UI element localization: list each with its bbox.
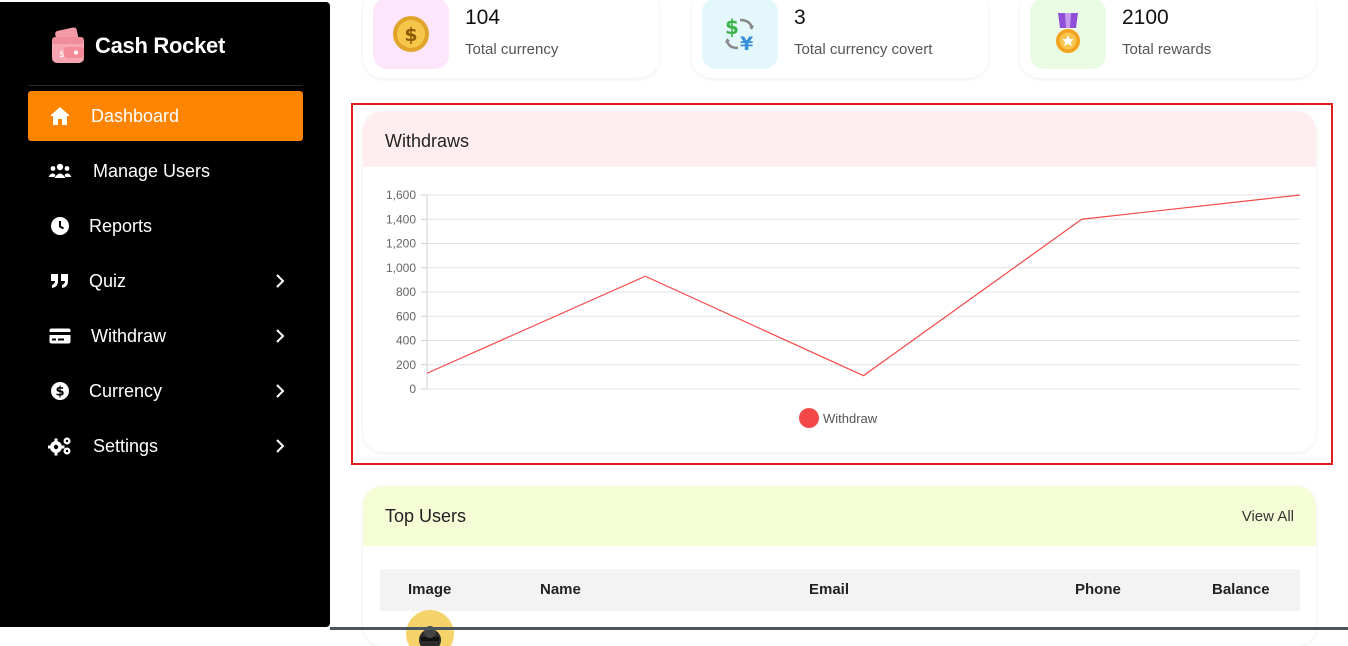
svg-text:$: $ [404, 24, 417, 46]
sidebar-item-label: Dashboard [91, 105, 180, 126]
currency-exchange-icon: $ ¥ [725, 15, 754, 54]
stat-card-total-rewards[interactable]: 2100 Total rewards [1020, 0, 1316, 78]
chevron-right-icon [276, 384, 285, 398]
top-users-panel: Top Users View All Image Name Email Phon… [363, 486, 1316, 646]
wallet-logo-icon: $ [50, 27, 86, 65]
series-line-withdraw[interactable] [426, 194, 1301, 377]
withdraws-panel-title: Withdraws [385, 131, 470, 151]
gold-coin-icon: $ [393, 15, 429, 52]
stat-value: 3 [794, 6, 806, 29]
column-header-balance[interactable]: Balance [1212, 581, 1270, 598]
y-tick-label: 800 [396, 285, 416, 299]
sidebar-item-label: Withdraw [91, 325, 167, 346]
legend-label: Withdraw [823, 410, 878, 426]
y-tick-label: 400 [396, 334, 416, 348]
data-point[interactable] [1080, 217, 1084, 221]
stat-icon-box: $ [373, 0, 449, 69]
data-point[interactable] [643, 274, 647, 278]
y-tick-label: 200 [396, 358, 416, 372]
chevron-right-icon [276, 329, 285, 343]
stat-card-total-currency[interactable]: $ 104 Total currency [363, 0, 659, 78]
y-tick-label: 0 [409, 382, 416, 396]
stat-icon-box: $ ¥ [702, 0, 778, 69]
column-header-email[interactable]: Email [809, 581, 849, 598]
view-all-link[interactable]: View All [1242, 508, 1294, 525]
credit-card-icon [48, 324, 72, 348]
column-header-name[interactable]: Name [540, 581, 581, 598]
users-icon [48, 159, 72, 183]
chart-legend[interactable]: Withdraw [799, 408, 877, 428]
top-users-panel-header: Top Users View All [363, 486, 1316, 546]
svg-text:$: $ [59, 50, 65, 60]
chevron-right-icon [276, 439, 285, 453]
sidebar-item-manage-users[interactable]: Manage Users [28, 146, 303, 196]
y-tick-label: 1,000 [386, 261, 416, 275]
top-users-table-header: Image Name Email Phone Balance [380, 569, 1300, 611]
dollar-circle-icon: $ [48, 379, 72, 403]
brand[interactable]: $ Cash Rocket [50, 26, 225, 66]
sidebar-item-label: Currency [89, 380, 163, 401]
sidebar-item-dashboard[interactable]: Dashboard [28, 91, 303, 141]
sidebar-item-withdraw[interactable]: Withdraw [28, 311, 303, 361]
clock-icon [48, 214, 72, 238]
svg-text:$: $ [725, 15, 739, 39]
legend-swatch [799, 408, 819, 428]
sidebar-item-label: Reports [89, 215, 153, 236]
data-point[interactable] [1298, 193, 1302, 197]
sidebar-item-quiz[interactable]: Quiz [28, 256, 303, 306]
stat-value: 2100 [1122, 6, 1169, 29]
data-point[interactable] [425, 371, 429, 375]
sidebar-item-settings[interactable]: Settings [28, 421, 303, 471]
chevron-right-icon [276, 274, 285, 288]
sidebar-item-currency[interactable]: $ Currency [28, 366, 303, 416]
y-tick-label: 1,600 [386, 188, 416, 202]
y-tick-label: 1,200 [386, 237, 416, 251]
withdraws-panel: Withdraws 0 200 400 600 800 1,000 1,200 1,400 1,… [363, 111, 1316, 452]
y-tick-label: 1,400 [386, 212, 416, 226]
brand-divider [28, 85, 303, 86]
quote-icon [48, 269, 72, 293]
medal-icon [1056, 12, 1080, 53]
data-point[interactable] [862, 374, 866, 378]
brand-name: Cash Rocket [95, 33, 225, 58]
stat-icon-box [1030, 0, 1106, 69]
gears-icon [48, 434, 72, 458]
stat-label: Total rewards [1122, 41, 1212, 58]
stat-label: Total currency covert [794, 41, 933, 58]
svg-text:$: $ [55, 385, 64, 400]
sidebar-item-label: Quiz [89, 270, 127, 291]
sidebar-item-label: Manage Users [93, 160, 211, 181]
column-header-phone[interactable]: Phone [1075, 581, 1121, 598]
sidebar-item-label: Settings [93, 435, 159, 456]
sidebar: $ Cash Rocket Dashboard Manage Users Rep… [0, 2, 330, 627]
stat-card-total-currency-covert[interactable]: $ ¥ 3 Total currency covert [692, 0, 988, 78]
withdraws-panel-header: Withdraws [363, 111, 1316, 167]
svg-text:¥: ¥ [740, 33, 753, 54]
home-icon [48, 104, 72, 128]
stat-label: Total currency [465, 41, 559, 58]
top-users-panel-title: Top Users [385, 506, 467, 526]
sidebar-item-reports[interactable]: Reports [28, 201, 303, 251]
stat-value: 104 [465, 6, 501, 29]
y-tick-label: 600 [396, 309, 416, 323]
column-header-image[interactable]: Image [408, 581, 451, 598]
